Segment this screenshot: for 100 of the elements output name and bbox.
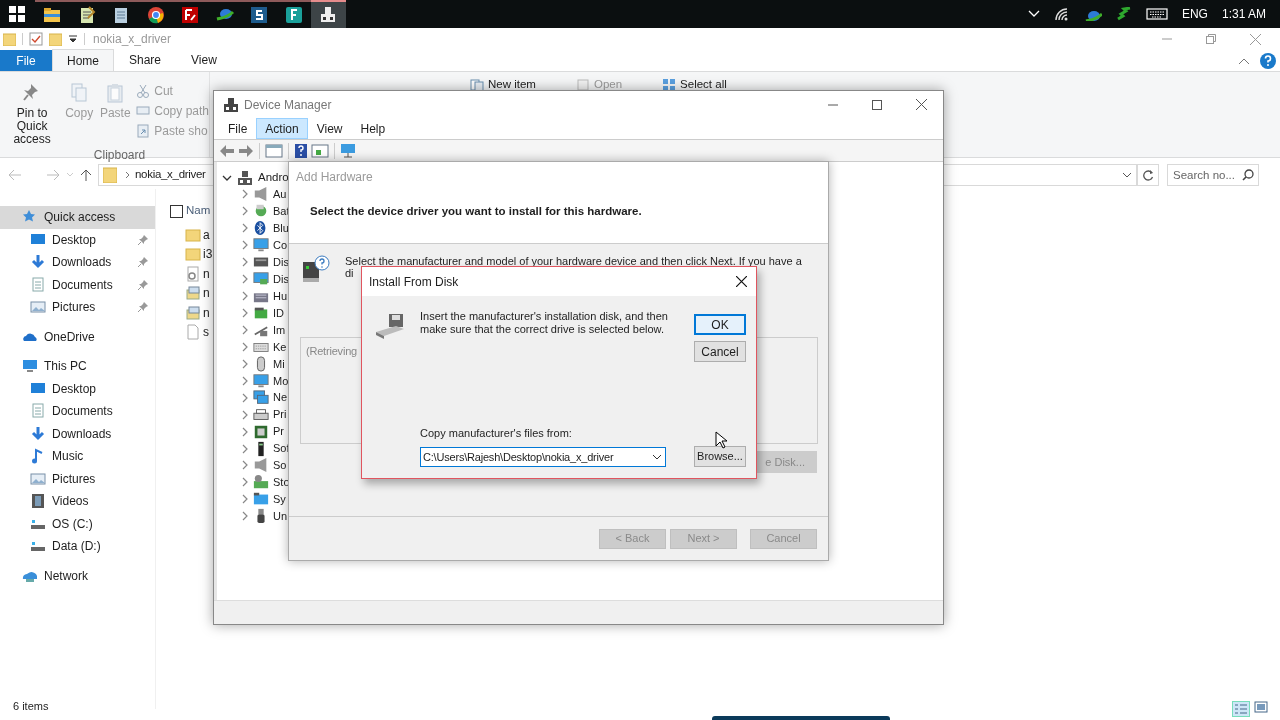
nav-item[interactable]: Documents (0, 273, 155, 296)
ribbon-tab[interactable]: Share (114, 49, 177, 71)
clock[interactable]: 1:31 AM (1221, 5, 1266, 23)
tree-item[interactable]: Co (273, 237, 288, 254)
tree-item[interactable]: ID (273, 304, 284, 322)
tree-item[interactable]: Andro (258, 168, 289, 187)
folder-icon (103, 166, 117, 183)
keyboard-icon (1145, 7, 1168, 21)
file-name[interactable]: n (203, 303, 210, 322)
file-icon (185, 324, 201, 341)
file-name[interactable]: a (203, 225, 210, 244)
nav-item[interactable]: Downloads (0, 422, 155, 445)
source-path-combobox[interactable]: C:\Users\Rajesh\Desktop\nokia_x_driver (420, 447, 666, 467)
properties-icon (265, 143, 283, 158)
column-header[interactable]: Nam (186, 202, 211, 220)
menu-item[interactable]: Help (351, 118, 395, 139)
tree-item[interactable]: Dis (273, 253, 289, 271)
browse-button[interactable]: Browse... (694, 446, 746, 467)
tree-item[interactable]: Sy (273, 491, 286, 508)
tree-item[interactable]: Sof (273, 440, 290, 457)
nav-item[interactable]: Quick access (0, 206, 155, 229)
nav-item[interactable]: Pictures (0, 296, 155, 319)
search-field[interactable]: Search no... (1167, 163, 1259, 186)
tree-item[interactable]: Au (273, 186, 287, 203)
nav-item[interactable]: Videos (0, 490, 155, 513)
ribbon-button[interactable]: Pin to Quick access (4, 82, 61, 146)
dropdown-icon (68, 34, 78, 44)
nav-item[interactable]: Pictures (0, 467, 155, 490)
chevron-right-icon (241, 189, 249, 200)
taskbar-app[interactable] (311, 0, 346, 28)
app-tile-icon (249, 5, 270, 25)
properties-icon (29, 32, 43, 46)
setup-file-icon (185, 285, 201, 302)
file-name[interactable]: s (203, 323, 209, 342)
paste-icon (105, 82, 126, 104)
tree-item[interactable]: Un (273, 508, 288, 525)
pc-icon (22, 358, 38, 375)
language-indicator[interactable]: ENG (1181, 5, 1208, 23)
window-title: nokia_x_driver (93, 31, 172, 48)
speaker-icon (253, 186, 269, 203)
close-icon (735, 276, 747, 287)
nav-item[interactable]: This PC (0, 355, 155, 378)
menu-item[interactable]: Action (256, 118, 308, 139)
ribbon-button[interactable]: Select all (662, 78, 727, 91)
select-all-checkbox[interactable] (170, 204, 183, 218)
folder-icon (49, 32, 62, 46)
chevron-right-icon (241, 409, 249, 420)
tree-item[interactable]: Im (273, 321, 286, 339)
nav-item[interactable]: OneDrive (0, 325, 155, 348)
tree-item[interactable]: So (273, 457, 287, 474)
chevron-right-icon (241, 223, 249, 234)
tree-item[interactable]: Dis (273, 270, 289, 288)
tree-item[interactable]: Pri (273, 406, 287, 423)
tree-item[interactable]: Blu (273, 220, 289, 237)
chevron-up-icon (1027, 10, 1040, 18)
file-name[interactable]: n (203, 264, 210, 283)
nav-item[interactable]: Desktop (0, 377, 155, 400)
menu-item[interactable]: View (307, 118, 352, 139)
nav-item[interactable]: Documents (0, 400, 155, 423)
up-icon (80, 167, 92, 182)
file-name[interactable]: n (203, 284, 210, 303)
refresh-icon (1142, 168, 1154, 181)
refresh-button[interactable] (1137, 163, 1159, 186)
nav-item[interactable]: Network (0, 564, 155, 587)
dialog-button[interactable]: Cancel (694, 341, 746, 362)
tree-item[interactable]: Bat (273, 203, 290, 220)
documents-icon (30, 276, 46, 293)
menu-item[interactable]: File (219, 118, 257, 139)
nav-item[interactable]: Data (D:) (0, 535, 155, 558)
help-button[interactable] (1260, 52, 1276, 69)
recent-icon (66, 171, 74, 178)
tree-item[interactable]: Mi (273, 355, 285, 373)
chevron-right-icon (241, 358, 249, 369)
details-view-icon (1232, 701, 1250, 717)
dialog-button[interactable]: OK (694, 314, 746, 335)
tree-item[interactable]: Pr (273, 423, 284, 440)
update-driver-icon (311, 143, 329, 158)
network-activity-icon (1115, 7, 1132, 21)
tree-item[interactable]: Hu (273, 287, 288, 305)
forward-icon (46, 168, 60, 181)
tree-item[interactable]: Ke (273, 338, 287, 356)
app-tile-icon (283, 5, 304, 25)
tree-item[interactable]: Ne (273, 389, 288, 406)
tree-item[interactable]: Mo (273, 372, 289, 390)
copy-icon (69, 82, 90, 104)
setup-file-icon (185, 304, 201, 321)
nav-item[interactable]: Music (0, 445, 155, 468)
nav-item[interactable]: OS (C:) (0, 512, 155, 535)
nav-item[interactable]: Desktop (0, 228, 155, 251)
folder-icon (3, 32, 16, 46)
nav-item[interactable]: Downloads (0, 251, 155, 274)
group-label: Clipboard (92, 147, 147, 164)
select-all-icon (662, 77, 677, 92)
scissors-icon (136, 83, 151, 98)
ribbon-tab[interactable]: View (176, 49, 232, 71)
ribbon-tab[interactable]: Home (52, 49, 114, 71)
question-icon (1264, 55, 1272, 66)
file-tab[interactable]: File (0, 50, 52, 71)
breadcrumb-chevron-icon (125, 170, 130, 179)
file-name[interactable]: i3 (203, 245, 213, 264)
